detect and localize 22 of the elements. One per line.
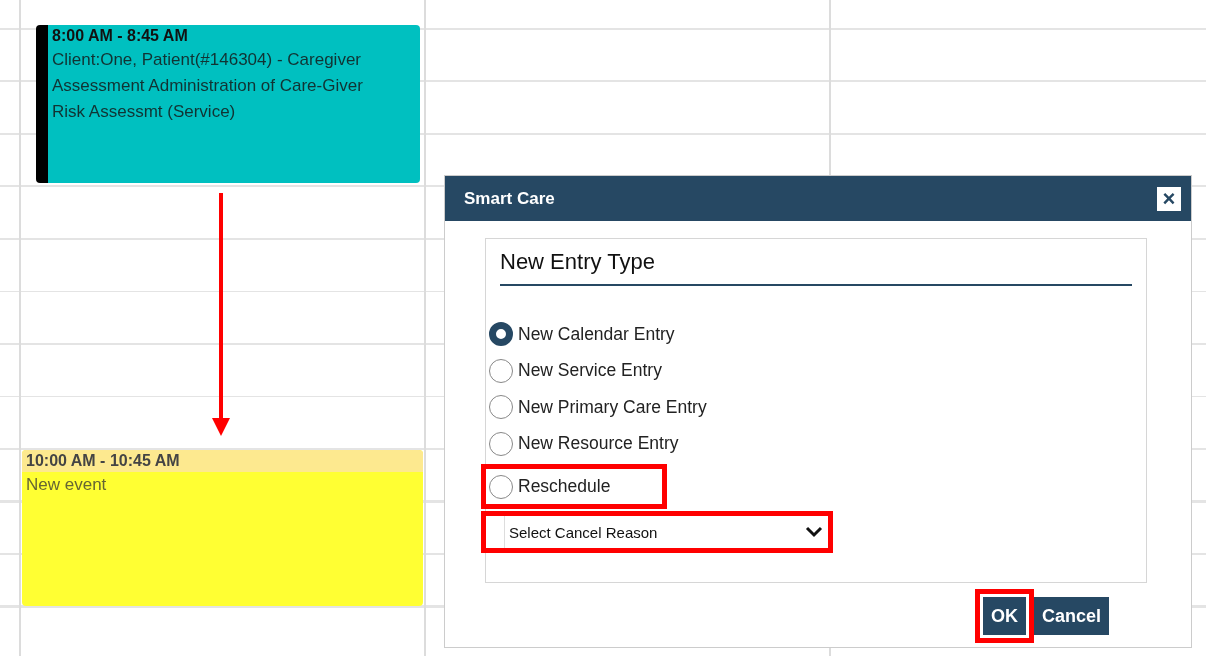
event-title: New event xyxy=(25,474,108,496)
panel-heading: New Entry Type xyxy=(500,249,1132,286)
dialog-button[interactable]: Cancel xyxy=(1033,597,1109,635)
radio-button[interactable] xyxy=(489,322,513,347)
radio-option[interactable]: New Service Entry xyxy=(489,352,1132,389)
radio-button[interactable] xyxy=(489,474,513,499)
cancel-reason-select[interactable]: Select Cancel Reason xyxy=(504,516,823,548)
dialog-title: Smart Care xyxy=(464,188,555,209)
radio-button[interactable] xyxy=(489,431,513,456)
calendar-event[interactable]: 8:00 AM - 8:45 AM Client:One, Patient(#146304) - Caregiver Assessment Administration of Care-Giver Risk Assessmt (Service) xyxy=(36,25,420,183)
radio-option[interactable]: Reschedule xyxy=(481,464,667,509)
calendar-event[interactable]: 10:00 AM - 10:45 AM New event xyxy=(22,450,423,606)
radio-option[interactable]: New Primary Care Entry xyxy=(489,389,1132,426)
event-time: 8:00 AM - 8:45 AM xyxy=(51,26,189,46)
radio-button[interactable] xyxy=(489,358,513,383)
radio-button[interactable] xyxy=(489,395,513,420)
event-time: 10:00 AM - 10:45 AM xyxy=(22,450,423,472)
chevron-down-icon xyxy=(805,526,823,538)
radio-option[interactable]: New Calendar Entry xyxy=(489,316,1132,353)
event-title: Client:One, Patient(#146304) - Caregiver Assessment Administration of Care-Giver Risk Assessmt (Service) xyxy=(51,49,364,123)
radio-option[interactable]: New Resource Entry xyxy=(489,425,1132,462)
close-button[interactable]: × xyxy=(1157,186,1181,211)
